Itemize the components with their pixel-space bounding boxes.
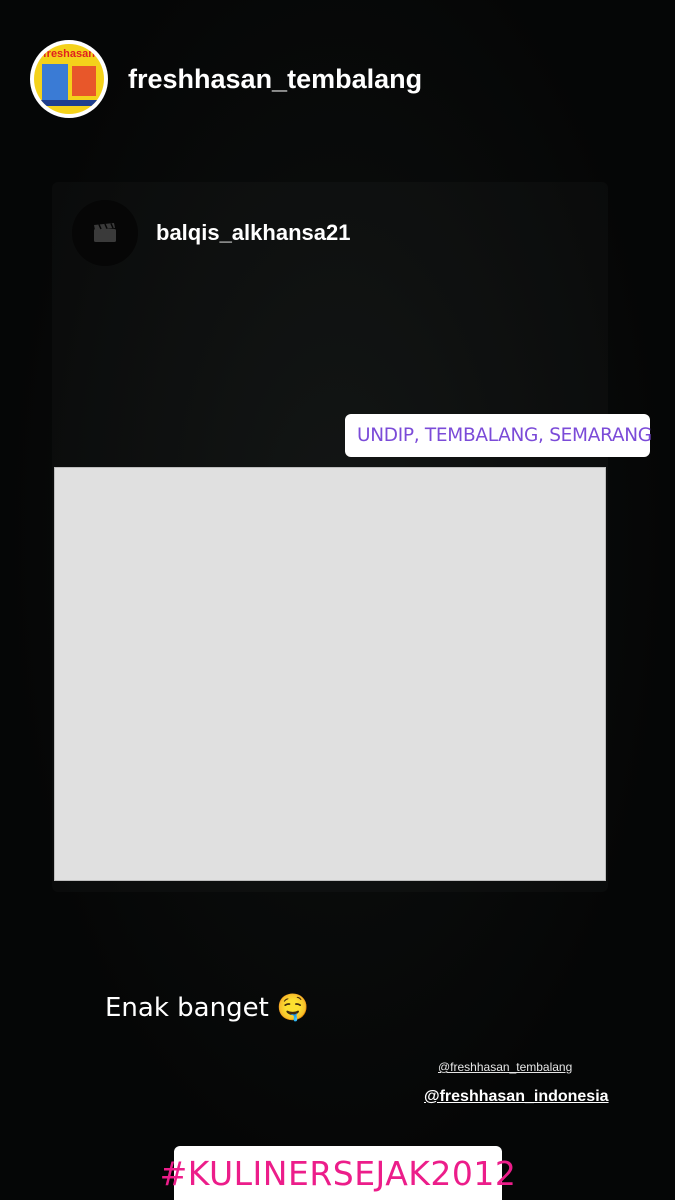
mention-sticker-indonesia[interactable]: @freshhasan_indonesia [424, 1088, 609, 1106]
author-username[interactable]: freshhasan_tembalang [128, 64, 422, 95]
shared-post-avatar[interactable] [72, 200, 138, 266]
hashtag-sticker[interactable]: #KULINERSEJAK2012 [160, 1146, 516, 1200]
avatar-logo: freshasan [34, 44, 104, 114]
caption-text: Enak banget [105, 993, 269, 1023]
clapperboard-icon [94, 223, 116, 242]
drooling-face-emoji: 🤤 [276, 993, 310, 1023]
author-avatar[interactable]: freshasan [30, 40, 108, 118]
location-text: UNDIP, TEMBALANG, SEMARANG [357, 425, 652, 446]
shared-post-username[interactable]: balqis_alkhansa21 [156, 220, 350, 246]
mention-sticker-tembalang[interactable]: @freshhasan_tembalang [438, 1060, 572, 1074]
avatar-brand-text: freshasan [43, 48, 95, 60]
food-photo [54, 467, 606, 881]
location-sticker[interactable]: UNDIP, TEMBALANG, SEMARANG [345, 414, 652, 457]
hashtag-text: #KULINERSEJAK2012 [159, 1153, 517, 1193]
shared-post-header: balqis_alkhansa21 [72, 200, 350, 266]
caption: Enak banget 🤤 [105, 993, 309, 1023]
story-header: freshasan freshhasan_tembalang [30, 38, 422, 120]
